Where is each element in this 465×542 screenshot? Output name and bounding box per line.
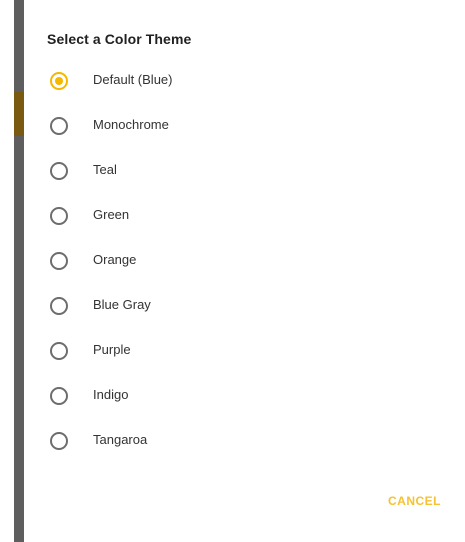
screen: Select a Color Theme Default (Blue) Mono… <box>0 0 465 542</box>
theme-option-teal[interactable]: Teal <box>24 148 465 193</box>
radio-unchecked-icon[interactable] <box>50 342 68 360</box>
color-theme-dialog: Select a Color Theme Default (Blue) Mono… <box>24 0 465 542</box>
theme-option-label: Orange <box>93 252 137 267</box>
theme-option-label: Tangaroa <box>93 432 148 447</box>
cancel-button[interactable]: CANCEL <box>384 490 445 512</box>
theme-option-blue-gray[interactable]: Blue Gray <box>24 283 465 328</box>
radio-unchecked-icon[interactable] <box>50 387 68 405</box>
radio-unchecked-icon[interactable] <box>50 297 68 315</box>
theme-option-label: Purple <box>93 342 131 357</box>
theme-option-monochrome[interactable]: Monochrome <box>24 103 465 148</box>
radio-unchecked-icon[interactable] <box>50 252 68 270</box>
radio-unchecked-icon[interactable] <box>50 117 68 135</box>
radio-unchecked-icon[interactable] <box>50 432 68 450</box>
theme-option-label: Default (Blue) <box>93 72 173 87</box>
theme-option-green[interactable]: Green <box>24 193 465 238</box>
theme-option-label: Teal <box>93 162 117 177</box>
background-app-edge <box>14 0 24 542</box>
theme-option-label: Indigo <box>93 387 129 402</box>
theme-option-indigo[interactable]: Indigo <box>24 373 465 418</box>
dialog-title: Select a Color Theme <box>47 31 192 47</box>
radio-dot <box>55 77 63 85</box>
radio-unchecked-icon[interactable] <box>50 207 68 225</box>
radio-checked-icon[interactable] <box>50 72 68 90</box>
background-app-accent <box>14 92 24 136</box>
theme-option-purple[interactable]: Purple <box>24 328 465 373</box>
theme-options-list: Default (Blue) Monochrome Teal Green Ora… <box>24 58 465 463</box>
theme-option-tangaroa[interactable]: Tangaroa <box>24 418 465 463</box>
theme-option-default-blue[interactable]: Default (Blue) <box>24 58 465 103</box>
theme-option-label: Monochrome <box>93 117 169 132</box>
theme-option-orange[interactable]: Orange <box>24 238 465 283</box>
radio-unchecked-icon[interactable] <box>50 162 68 180</box>
theme-option-label: Blue Gray <box>93 297 151 312</box>
theme-option-label: Green <box>93 207 130 222</box>
